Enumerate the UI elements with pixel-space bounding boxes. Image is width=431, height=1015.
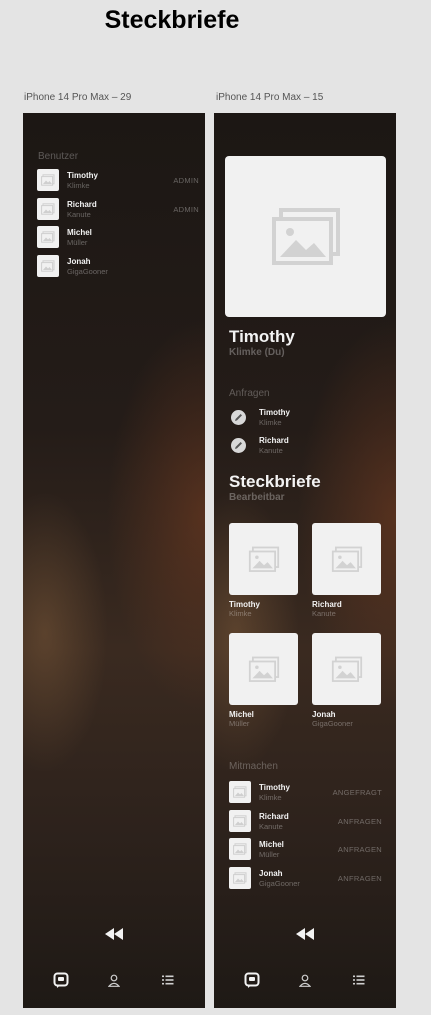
card-last-name: Müller: [229, 719, 250, 728]
frame-label-1: iPhone 14 Pro Max – 29: [24, 92, 132, 103]
profile-icon[interactable]: [106, 972, 122, 988]
join-first-name: Jonah: [259, 869, 283, 878]
image-placeholder-icon: [271, 207, 340, 265]
profile-subtitle: Klimke (Du): [229, 347, 285, 358]
chat-icon[interactable]: [52, 971, 70, 989]
rewind-icon[interactable]: [102, 925, 126, 943]
join-last-name: Kanute: [259, 822, 283, 831]
card-image: [312, 633, 381, 705]
join-action-button[interactable]: ANFRAGEN: [338, 817, 382, 826]
request-row[interactable]: Timothy Klimke: [231, 407, 351, 429]
edit-pencil-icon[interactable]: [231, 438, 246, 453]
user-first-name: Jonah: [67, 257, 91, 266]
image-placeholder-icon: [331, 546, 362, 572]
avatar: [229, 810, 251, 832]
user-row[interactable]: Richard Kanute ADMIN: [37, 198, 199, 220]
user-role-badge: ADMIN: [173, 205, 199, 214]
join-action-button[interactable]: ANFRAGEN: [338, 845, 382, 854]
edit-pencil-icon[interactable]: [231, 410, 246, 425]
image-placeholder-icon: [233, 872, 247, 884]
avatar: [37, 198, 59, 220]
user-last-name: Kanute: [67, 210, 91, 219]
join-action-button[interactable]: ANFRAGEN: [338, 874, 382, 883]
avatar: [229, 867, 251, 889]
steckbrief-card[interactable]: Michel Müller: [229, 633, 299, 733]
image-placeholder-icon: [248, 656, 279, 682]
rewind-icon[interactable]: [293, 925, 317, 943]
request-row[interactable]: Richard Kanute: [231, 435, 351, 457]
image-placeholder-icon: [233, 786, 247, 798]
steckbrief-card[interactable]: Timothy Klimke: [229, 523, 299, 623]
chat-icon[interactable]: [243, 971, 261, 989]
user-first-name: Richard: [67, 200, 97, 209]
card-image: [229, 633, 298, 705]
user-row[interactable]: Michel Müller: [37, 226, 197, 248]
join-first-name: Timothy: [259, 783, 290, 792]
join-first-name: Michel: [259, 840, 284, 849]
image-placeholder-icon: [233, 843, 247, 855]
user-last-name: Müller: [67, 238, 88, 247]
user-first-name: Michel: [67, 228, 92, 237]
image-placeholder-icon: [41, 231, 55, 243]
join-row[interactable]: Michel Müller ANFRAGEN: [229, 838, 384, 860]
request-last-name: Klimke: [259, 418, 282, 427]
user-role-badge: ADMIN: [173, 176, 199, 185]
profile-image[interactable]: [225, 156, 386, 317]
avatar: [229, 838, 251, 860]
image-placeholder-icon: [248, 546, 279, 572]
user-last-name: GigaGooner: [67, 267, 108, 276]
avatar: [37, 255, 59, 277]
phone-screen-profile: Timothy Klimke (Du) Anfragen Timothy Kli…: [214, 113, 396, 1008]
user-last-name: Klimke: [67, 181, 90, 190]
steckbrief-card[interactable]: Jonah GigaGooner: [312, 633, 382, 733]
list-icon[interactable]: [351, 972, 367, 988]
image-placeholder-icon: [233, 815, 247, 827]
join-row[interactable]: Timothy Klimke ANGEFRAGT: [229, 781, 384, 803]
card-image: [312, 523, 381, 595]
join-last-name: GigaGooner: [259, 879, 300, 888]
join-last-name: Müller: [259, 850, 280, 859]
card-image: [229, 523, 298, 595]
card-last-name: Klimke: [229, 609, 252, 618]
steckbrief-card[interactable]: Richard Kanute: [312, 523, 382, 623]
frame-label-2: iPhone 14 Pro Max – 15: [216, 92, 324, 103]
join-action-button[interactable]: ANGEFRAGT: [333, 788, 382, 797]
image-placeholder-icon: [331, 656, 362, 682]
join-row[interactable]: Richard Kanute ANFRAGEN: [229, 810, 384, 832]
card-last-name: GigaGooner: [312, 719, 353, 728]
avatar: [229, 781, 251, 803]
request-last-name: Kanute: [259, 446, 283, 455]
section-label-join: Mitmachen: [229, 761, 278, 772]
section-label-users: Benutzer: [38, 151, 79, 162]
user-row[interactable]: Timothy Klimke ADMIN: [37, 169, 199, 191]
profile-name: Timothy: [229, 327, 295, 346]
section-label-requests: Anfragen: [229, 388, 270, 399]
request-first-name: Timothy: [259, 408, 290, 417]
image-placeholder-icon: [41, 260, 55, 272]
image-placeholder-icon: [41, 203, 55, 215]
join-row[interactable]: Jonah GigaGooner ANFRAGEN: [229, 867, 384, 889]
phone-screen-users: Benutzer Timothy Klimke ADMIN Richard Ka…: [23, 113, 205, 1008]
card-last-name: Kanute: [312, 609, 336, 618]
steckbriefe-subtitle: Bearbeitbar: [229, 492, 285, 503]
join-first-name: Richard: [259, 812, 289, 821]
request-first-name: Richard: [259, 436, 289, 445]
page-title: Steckbriefe: [104, 6, 240, 34]
user-row[interactable]: Jonah GigaGooner: [37, 255, 197, 277]
join-last-name: Klimke: [259, 793, 282, 802]
profile-icon[interactable]: [297, 972, 313, 988]
list-icon[interactable]: [160, 972, 176, 988]
user-first-name: Timothy: [67, 171, 98, 180]
image-placeholder-icon: [41, 174, 55, 186]
steckbriefe-title: Steckbriefe: [229, 472, 321, 491]
avatar: [37, 169, 59, 191]
avatar: [37, 226, 59, 248]
